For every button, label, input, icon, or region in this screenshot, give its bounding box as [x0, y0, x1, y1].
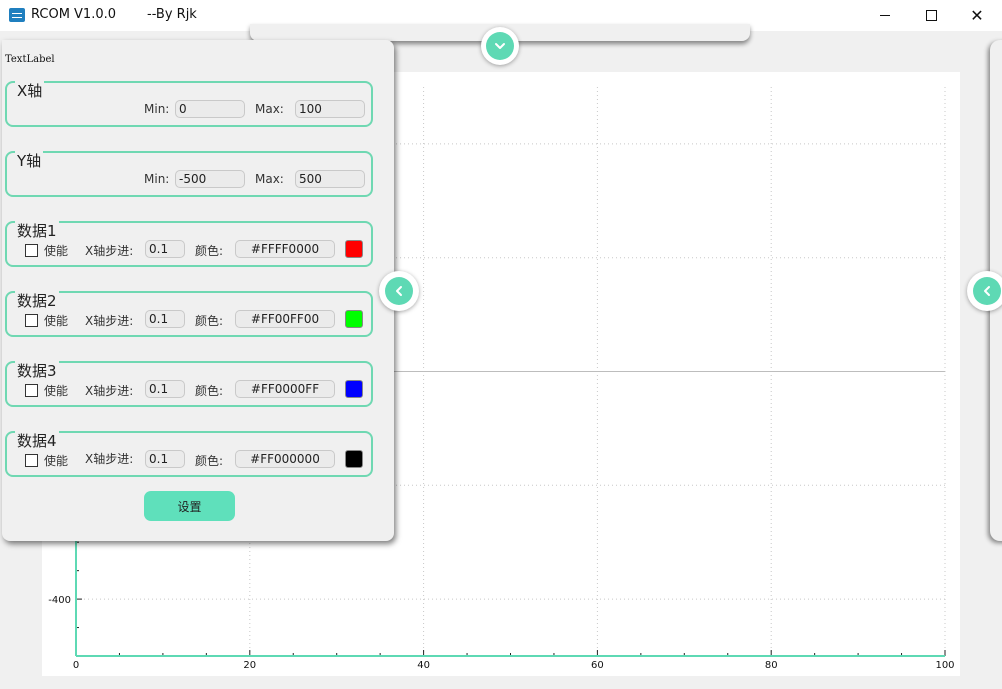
- x-axis-group: X轴 Min: 0 Max: 100: [5, 80, 373, 127]
- y-max-label: Max:: [255, 172, 284, 186]
- channel-3-enable-label: 使能: [44, 384, 69, 398]
- channel-1-enable-checkbox[interactable]: [25, 244, 38, 257]
- chevron-left-icon: [973, 277, 1001, 305]
- channel-4-enable-label: 使能: [44, 454, 69, 468]
- channel-2-enable-label: 使能: [44, 314, 69, 328]
- channel-2-color-input[interactable]: #FF00FF00: [235, 310, 335, 328]
- x-tick-label: 80: [765, 660, 778, 671]
- left-drawer-toggle[interactable]: [379, 271, 419, 311]
- channel-2-step-label: X轴步进:: [85, 314, 134, 328]
- channel-group-4: 数据4 使能 X轴步进: 0.1 颜色: #FF000000: [5, 430, 373, 477]
- channel-1-enable-label: 使能: [44, 244, 69, 258]
- channel-2-color-label: 颜色:: [195, 314, 224, 328]
- panel-text-label: TextLabel: [5, 54, 55, 65]
- y-max-input[interactable]: 500: [295, 170, 365, 188]
- right-drawer-toggle[interactable]: [967, 271, 1002, 311]
- x-tick-label: 20: [243, 660, 256, 671]
- channel-4-color-label: 颜色:: [195, 454, 224, 468]
- x-tick-label: 0: [73, 660, 79, 671]
- top-drawer-toggle[interactable]: [481, 27, 519, 65]
- channel-2-enable-checkbox[interactable]: [25, 314, 38, 327]
- channel-1-color-swatch[interactable]: [345, 240, 363, 258]
- x-tick-label: 40: [417, 660, 430, 671]
- channel-4-step-input[interactable]: 0.1: [145, 450, 185, 468]
- set-button[interactable]: 设置: [144, 491, 235, 521]
- channel-1-title: 数据1: [15, 220, 59, 241]
- channel-1-color-input[interactable]: #FFFF0000: [235, 240, 335, 258]
- channel-group-3: 数据3 使能 X轴步进: 0.1 颜色: #FF0000FF: [5, 360, 373, 407]
- x-axis-title: X轴: [15, 80, 45, 101]
- channel-3-title: 数据3: [15, 360, 59, 381]
- channel-4-enable-checkbox[interactable]: [25, 454, 38, 467]
- settings-panel: TextLabel X轴 Min: 0 Max: 100 Y轴 Min: -50…: [2, 40, 394, 541]
- channel-1-step-input[interactable]: 0.1: [145, 240, 185, 258]
- y-min-input[interactable]: -500: [175, 170, 245, 188]
- y-axis-title: Y轴: [15, 150, 44, 171]
- chevron-left-icon: [385, 277, 413, 305]
- channel-3-enable-checkbox[interactable]: [25, 384, 38, 397]
- channel-4-color-input[interactable]: #FF000000: [235, 450, 335, 468]
- channel-3-color-input[interactable]: #FF0000FF: [235, 380, 335, 398]
- channel-1-step-label: X轴步进:: [85, 244, 134, 258]
- y-axis-group: Y轴 Min: -500 Max: 500: [5, 150, 373, 197]
- chevron-down-icon: [486, 32, 514, 60]
- x-min-label: Min:: [144, 102, 170, 116]
- y-min-label: Min:: [144, 172, 170, 186]
- channel-3-step-label: X轴步进:: [85, 384, 134, 398]
- channel-3-color-label: 颜色:: [195, 384, 224, 398]
- channel-group-1: 数据1 使能 X轴步进: 0.1 颜色: #FFFF0000: [5, 220, 373, 267]
- channel-4-step-label: X轴步进:: [85, 452, 134, 466]
- x-tick-label: 100: [935, 660, 954, 671]
- channel-group-2: 数据2 使能 X轴步进: 0.1 颜色: #FF00FF00: [5, 290, 373, 337]
- channel-3-color-swatch[interactable]: [345, 380, 363, 398]
- x-min-input[interactable]: 0: [175, 100, 245, 118]
- x-max-label: Max:: [255, 102, 284, 116]
- channel-2-title: 数据2: [15, 290, 59, 311]
- x-max-input[interactable]: 100: [295, 100, 365, 118]
- channel-1-color-label: 颜色:: [195, 244, 224, 258]
- x-tick-label: 60: [591, 660, 604, 671]
- channel-2-color-swatch[interactable]: [345, 310, 363, 328]
- channel-2-step-input[interactable]: 0.1: [145, 310, 185, 328]
- channel-4-title: 数据4: [15, 430, 59, 451]
- channel-3-step-input[interactable]: 0.1: [145, 380, 185, 398]
- channel-4-color-swatch[interactable]: [345, 450, 363, 468]
- y-tick-label: -400: [48, 595, 71, 606]
